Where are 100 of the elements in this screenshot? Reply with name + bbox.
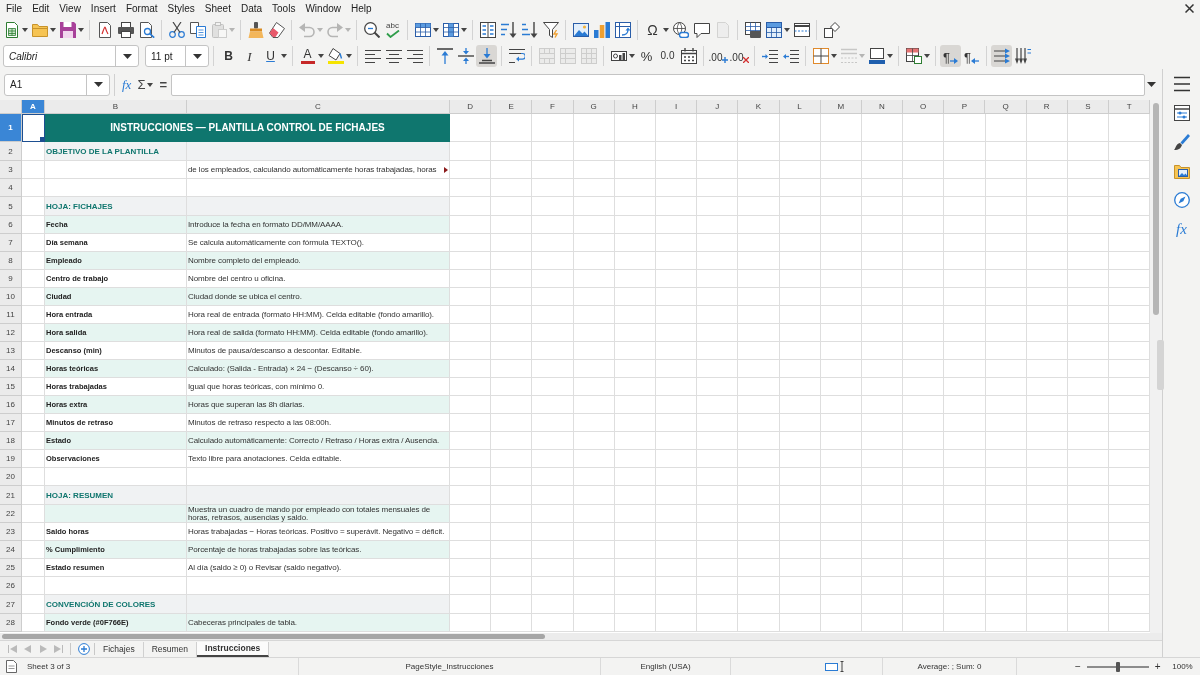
save-button[interactable] bbox=[57, 19, 78, 41]
column-header[interactable]: N bbox=[861, 100, 904, 114]
scrollbar-thumb[interactable] bbox=[2, 634, 545, 639]
special-character-button[interactable]: Ω bbox=[642, 19, 663, 41]
function-wizard-button[interactable]: fx bbox=[120, 73, 134, 96]
column-header[interactable]: H bbox=[614, 100, 656, 114]
zoom-in-button[interactable]: + bbox=[1152, 661, 1163, 672]
dropdown-arrow-icon[interactable] bbox=[318, 54, 324, 58]
menu-item[interactable]: File bbox=[1, 1, 28, 16]
horizontal-scrollbar[interactable] bbox=[0, 633, 1162, 640]
clear-formatting-button[interactable] bbox=[266, 19, 287, 41]
row-header[interactable]: 8 bbox=[0, 252, 22, 270]
italic-button[interactable]: I bbox=[239, 45, 260, 67]
menu-item[interactable]: Help bbox=[346, 1, 377, 16]
underline-button[interactable]: U bbox=[260, 45, 281, 67]
row-header[interactable]: 14 bbox=[0, 360, 22, 378]
sum-button[interactable]: Σ bbox=[135, 73, 148, 96]
menu-item[interactable]: Insert bbox=[85, 1, 121, 16]
column-header[interactable]: J bbox=[697, 100, 739, 114]
right-to-left-button[interactable]: ¶ bbox=[961, 45, 982, 67]
row-header[interactable]: 1 bbox=[0, 114, 22, 142]
dropdown-arrow-icon[interactable] bbox=[50, 28, 56, 32]
dropdown-arrow-icon[interactable] bbox=[346, 54, 352, 58]
row-header[interactable]: 15 bbox=[0, 378, 22, 396]
column-header[interactable]: M bbox=[820, 100, 862, 114]
page-style[interactable]: PageStyle_Instrucciones bbox=[405, 662, 494, 671]
row-header[interactable]: 6 bbox=[0, 216, 22, 234]
row-header[interactable]: 27 bbox=[0, 595, 22, 614]
dropdown-arrow-icon[interactable] bbox=[22, 28, 28, 32]
column-header[interactable]: A bbox=[22, 100, 45, 114]
row-header[interactable]: 4 bbox=[0, 179, 22, 197]
zoom-out-button[interactable]: − bbox=[1073, 661, 1083, 672]
dropdown-arrow-icon[interactable] bbox=[831, 54, 837, 58]
print-button[interactable] bbox=[115, 19, 136, 41]
close-icon[interactable] bbox=[1185, 4, 1194, 13]
column-header[interactable]: S bbox=[1067, 100, 1109, 114]
row-header[interactable]: 19 bbox=[0, 450, 22, 468]
percent-format-button[interactable]: % bbox=[636, 45, 657, 67]
align-center-vertically-button[interactable] bbox=[455, 45, 476, 67]
row-header[interactable]: 17 bbox=[0, 414, 22, 432]
font-size-field[interactable]: 11 pt bbox=[145, 45, 209, 67]
autofilter-button[interactable] bbox=[540, 19, 561, 41]
menu-item[interactable]: Styles bbox=[162, 1, 200, 16]
slider-thumb[interactable] bbox=[1115, 661, 1120, 672]
delete-decimal-button[interactable]: .00 bbox=[729, 45, 750, 67]
row-header[interactable]: 13 bbox=[0, 342, 22, 360]
row-header[interactable]: 11 bbox=[0, 306, 22, 324]
sort-button[interactable] bbox=[477, 19, 498, 41]
row-header[interactable]: 7 bbox=[0, 234, 22, 252]
dropdown-arrow-icon[interactable] bbox=[281, 54, 287, 58]
name-box[interactable]: A1 bbox=[4, 73, 110, 96]
pivot-table-button[interactable] bbox=[612, 19, 633, 41]
menu-item[interactable]: Window bbox=[300, 1, 346, 16]
menu-item[interactable]: Edit bbox=[27, 1, 55, 16]
align-bottom-button[interactable] bbox=[476, 45, 497, 67]
dropdown-arrow-icon[interactable] bbox=[629, 54, 635, 58]
column-header[interactable]: E bbox=[491, 100, 533, 114]
date-format-button[interactable] bbox=[678, 45, 699, 67]
row-header[interactable]: 5 bbox=[0, 197, 22, 216]
dropdown-arrow-icon[interactable] bbox=[433, 28, 439, 32]
row-header[interactable]: 28 bbox=[0, 614, 22, 632]
column-header[interactable]: Q bbox=[985, 100, 1027, 114]
column-header[interactable]: D bbox=[450, 100, 492, 114]
font-name-field[interactable]: Calibri bbox=[3, 45, 139, 67]
column-header[interactable]: O bbox=[903, 100, 945, 114]
bold-button[interactable]: B bbox=[218, 45, 239, 67]
print-area-button[interactable] bbox=[742, 19, 763, 41]
column-header[interactable]: R bbox=[1026, 100, 1068, 114]
row-header[interactable]: 12 bbox=[0, 324, 22, 342]
font-color-button[interactable]: A bbox=[297, 45, 318, 67]
column-header[interactable]: L bbox=[779, 100, 821, 114]
left-to-right-button[interactable]: ¶ bbox=[940, 45, 961, 67]
row-header[interactable]: 10 bbox=[0, 288, 22, 306]
dropdown-arrow-icon[interactable] bbox=[887, 54, 893, 58]
border-color-button[interactable] bbox=[866, 45, 887, 67]
row-header[interactable]: 23 bbox=[0, 523, 22, 541]
dropdown-arrow-icon[interactable] bbox=[78, 28, 84, 32]
column-header[interactable]: I bbox=[655, 100, 698, 114]
column-header[interactable]: G bbox=[573, 100, 615, 114]
borders-button[interactable] bbox=[810, 45, 831, 67]
dropdown-arrow-icon[interactable] bbox=[147, 82, 154, 87]
spelling-button[interactable]: abc bbox=[382, 19, 403, 41]
add-decimal-button[interactable]: .00 bbox=[708, 45, 729, 67]
copy-button[interactable] bbox=[187, 19, 208, 41]
paintbrush-icon[interactable] bbox=[1173, 134, 1190, 150]
row-header[interactable]: 20 bbox=[0, 468, 22, 486]
dropdown-arrow-icon[interactable] bbox=[924, 54, 930, 58]
column-header[interactable]: C bbox=[187, 100, 450, 114]
number-format-standard-button[interactable]: 0.0 bbox=[657, 45, 678, 67]
row-header[interactable]: 16 bbox=[0, 396, 22, 414]
scrollbar-thumb[interactable] bbox=[1153, 103, 1159, 315]
cut-button[interactable] bbox=[166, 19, 187, 41]
row-header[interactable]: 24 bbox=[0, 541, 22, 559]
insert-chart-button[interactable] bbox=[591, 19, 612, 41]
menu-item[interactable]: Format bbox=[120, 1, 163, 16]
formula-button[interactable]: = bbox=[157, 73, 170, 96]
dropdown-arrow-icon[interactable] bbox=[663, 28, 669, 32]
menu-item[interactable]: View bbox=[54, 1, 86, 16]
shapes-button[interactable] bbox=[821, 19, 842, 41]
row-header[interactable]: 22 bbox=[0, 505, 22, 523]
